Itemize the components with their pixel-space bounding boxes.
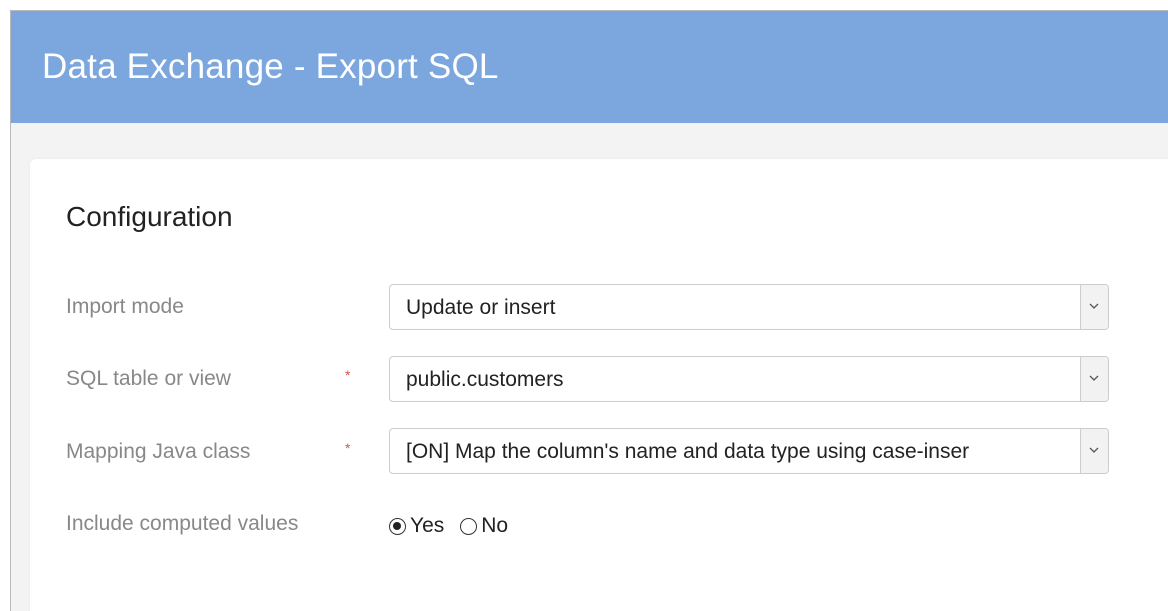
import-mode-label: Import mode xyxy=(66,295,184,318)
sql-table-select[interactable]: public.customers xyxy=(389,356,1109,402)
configuration-card: Configuration Import mode Update or inse… xyxy=(30,159,1168,611)
radio-option-yes[interactable]: Yes xyxy=(389,514,444,538)
import-mode-value: Update or insert xyxy=(406,296,556,319)
sql-table-value: public.customers xyxy=(406,368,564,391)
mapping-java-class-label: Mapping Java class xyxy=(66,440,251,463)
page-title: Data Exchange - Export SQL xyxy=(42,47,499,86)
mapping-java-class-select[interactable]: [ON] Map the column's name and data type… xyxy=(389,428,1109,474)
radio-label-no: No xyxy=(481,514,509,537)
mapping-java-class-value: [ON] Map the column's name and data type… xyxy=(406,440,970,463)
required-marker: * xyxy=(345,367,351,383)
radio-button-no[interactable] xyxy=(460,517,478,535)
radio-label-yes: Yes xyxy=(410,514,445,537)
import-mode-dropdown-button[interactable] xyxy=(1080,285,1108,329)
section-title: Configuration xyxy=(66,201,233,232)
chevron-down-icon xyxy=(1089,375,1099,381)
include-computed-radio-group: Yes No xyxy=(389,511,524,541)
chevron-down-icon xyxy=(1089,447,1099,453)
radio-option-no[interactable]: No xyxy=(460,514,508,538)
page-header: Data Exchange - Export SQL xyxy=(11,11,1168,123)
sql-table-dropdown-button[interactable] xyxy=(1080,357,1108,401)
sql-table-label: SQL table or view xyxy=(66,367,231,390)
required-marker: * xyxy=(345,440,351,456)
chevron-down-icon xyxy=(1089,303,1099,309)
export-sql-window: Data Exchange - Export SQL Configuration… xyxy=(10,10,1168,611)
radio-button-yes[interactable] xyxy=(389,517,406,535)
include-computed-label: Include computed values xyxy=(66,512,299,535)
mapping-java-class-dropdown-button[interactable] xyxy=(1080,429,1108,473)
import-mode-select[interactable]: Update or insert xyxy=(389,284,1109,330)
